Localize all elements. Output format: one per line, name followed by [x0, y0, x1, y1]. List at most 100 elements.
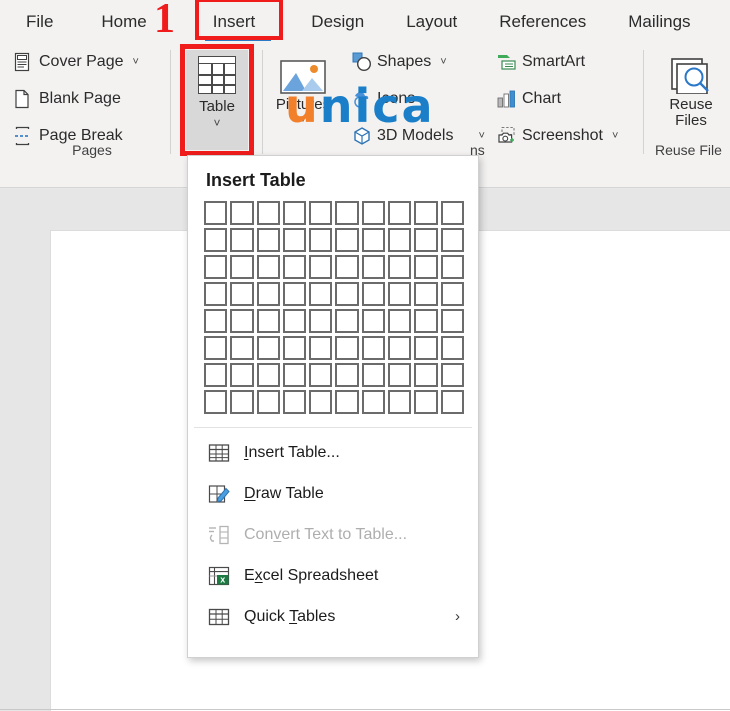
table-size-cell[interactable] [230, 336, 253, 360]
table-size-cell[interactable] [441, 282, 464, 306]
table-size-cell[interactable] [230, 363, 253, 387]
table-size-cell[interactable] [441, 201, 464, 225]
table-size-cell[interactable] [283, 309, 306, 333]
table-size-cell[interactable] [335, 390, 358, 414]
table-size-cell[interactable] [283, 255, 306, 279]
table-size-cell[interactable] [414, 309, 437, 333]
table-size-cell[interactable] [414, 282, 437, 306]
table-size-cell[interactable] [309, 255, 332, 279]
table-size-cell[interactable] [362, 228, 385, 252]
table-size-cell[interactable] [230, 309, 253, 333]
table-size-cell[interactable] [230, 255, 253, 279]
tab-insert[interactable]: Insert [203, 8, 266, 36]
table-size-cell[interactable] [309, 201, 332, 225]
table-size-cell[interactable] [335, 336, 358, 360]
menu-item-draw-table[interactable]: Draw Table [188, 473, 478, 514]
table-size-grid[interactable] [204, 201, 464, 414]
table-size-cell[interactable] [388, 309, 411, 333]
table-size-cell[interactable] [204, 255, 227, 279]
table-size-cell[interactable] [257, 363, 280, 387]
table-size-cell[interactable] [414, 336, 437, 360]
table-size-cell[interactable] [204, 336, 227, 360]
table-size-cell[interactable] [388, 255, 411, 279]
table-size-cell[interactable] [204, 201, 227, 225]
table-size-cell[interactable] [204, 390, 227, 414]
table-size-cell[interactable] [230, 228, 253, 252]
table-size-cell[interactable] [388, 201, 411, 225]
table-size-cell[interactable] [335, 255, 358, 279]
table-size-cell[interactable] [283, 282, 306, 306]
table-size-cell[interactable] [414, 201, 437, 225]
table-size-cell[interactable] [309, 228, 332, 252]
tab-file[interactable]: File [16, 8, 63, 36]
table-size-cell[interactable] [204, 282, 227, 306]
table-size-cell[interactable] [441, 309, 464, 333]
table-size-cell[interactable] [414, 228, 437, 252]
table-size-cell[interactable] [362, 255, 385, 279]
table-size-cell[interactable] [441, 228, 464, 252]
table-size-cell[interactable] [362, 309, 385, 333]
table-size-cell[interactable] [230, 390, 253, 414]
table-size-cell[interactable] [362, 201, 385, 225]
table-size-cell[interactable] [257, 228, 280, 252]
table-size-cell[interactable] [335, 228, 358, 252]
shapes-button[interactable]: Shapes ˅ [352, 52, 447, 72]
table-size-cell[interactable] [204, 309, 227, 333]
chevron-down-icon[interactable]: ˅ [440, 56, 446, 68]
blank-page-button[interactable]: Blank Page [14, 89, 121, 109]
tab-layout[interactable]: Layout [396, 8, 467, 36]
menu-item-excel-spreadsheet[interactable]: xExcel Spreadsheet [188, 555, 478, 596]
table-size-cell[interactable] [257, 336, 280, 360]
table-size-cell[interactable] [230, 201, 253, 225]
menu-item-quick-tables[interactable]: Quick Tables› [188, 596, 478, 637]
table-size-cell[interactable] [257, 282, 280, 306]
table-size-cell[interactable] [309, 309, 332, 333]
table-size-cell[interactable] [388, 228, 411, 252]
table-size-cell[interactable] [362, 363, 385, 387]
table-size-cell[interactable] [441, 363, 464, 387]
icons-button[interactable]: Icons [352, 89, 415, 109]
tab-references[interactable]: References [489, 8, 596, 36]
table-size-cell[interactable] [283, 201, 306, 225]
table-size-cell[interactable] [204, 363, 227, 387]
table-size-cell[interactable] [441, 255, 464, 279]
tab-design[interactable]: Design [301, 8, 374, 36]
chart-button[interactable]: Chart [497, 89, 561, 109]
table-size-cell[interactable] [441, 390, 464, 414]
table-size-cell[interactable] [362, 390, 385, 414]
pictures-button[interactable]: Pictures ˅ [272, 52, 334, 126]
table-size-cell[interactable] [414, 255, 437, 279]
menu-item-insert-table[interactable]: Insert Table... [188, 432, 478, 473]
tab-home[interactable]: Home [91, 8, 156, 36]
table-size-cell[interactable] [388, 390, 411, 414]
table-size-cell[interactable] [257, 201, 280, 225]
table-button[interactable]: Table ˅ [186, 50, 248, 150]
table-size-cell[interactable] [309, 390, 332, 414]
table-size-cell[interactable] [257, 255, 280, 279]
chevron-right-icon[interactable]: › [455, 608, 460, 625]
cover-page-button[interactable]: Cover Page ˅ [14, 52, 139, 72]
table-size-cell[interactable] [362, 336, 385, 360]
table-size-cell[interactable] [283, 390, 306, 414]
reuse-files-button[interactable]: Reuse Files [660, 52, 722, 129]
table-size-cell[interactable] [309, 282, 332, 306]
table-size-cell[interactable] [283, 363, 306, 387]
table-size-cell[interactable] [309, 363, 332, 387]
table-size-cell[interactable] [230, 282, 253, 306]
table-size-cell[interactable] [309, 336, 332, 360]
table-size-cell[interactable] [362, 282, 385, 306]
table-size-cell[interactable] [335, 201, 358, 225]
table-size-cell[interactable] [388, 363, 411, 387]
table-size-cell[interactable] [335, 282, 358, 306]
table-size-cell[interactable] [335, 363, 358, 387]
chevron-down-icon[interactable]: ˅ [272, 114, 334, 126]
table-size-cell[interactable] [388, 336, 411, 360]
table-size-cell[interactable] [388, 282, 411, 306]
table-size-cell[interactable] [257, 390, 280, 414]
table-size-cell[interactable] [335, 309, 358, 333]
chevron-down-icon[interactable]: ˅ [186, 116, 248, 130]
table-size-cell[interactable] [414, 390, 437, 414]
table-size-cell[interactable] [441, 336, 464, 360]
table-size-cell[interactable] [414, 363, 437, 387]
table-size-cell[interactable] [204, 228, 227, 252]
